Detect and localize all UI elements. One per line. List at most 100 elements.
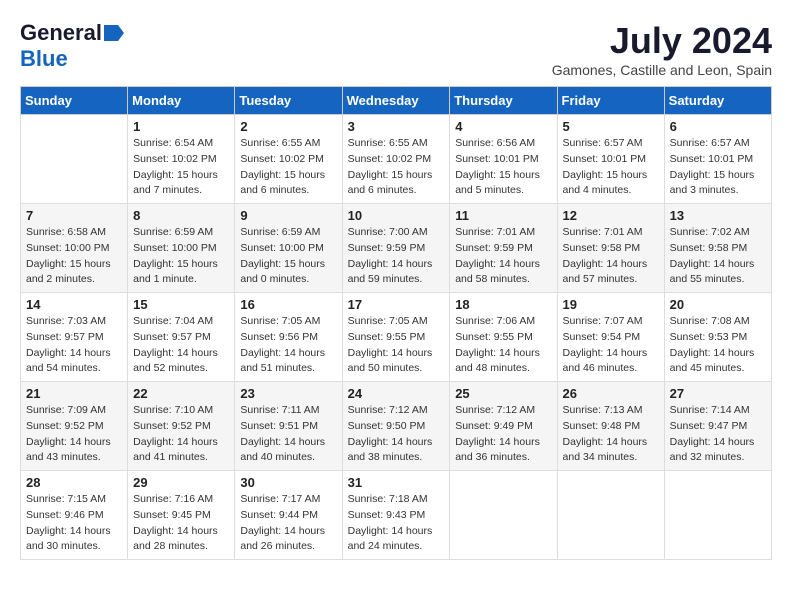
calendar-day-cell: 5Sunrise: 6:57 AMSunset: 10:01 PMDayligh…	[557, 115, 664, 204]
day-info: Sunrise: 7:01 AMSunset: 9:59 PMDaylight:…	[455, 225, 551, 288]
calendar-week-row: 28 Sunrise: 7:15 AMSunset: 9:46 PMDayligh…	[21, 471, 772, 560]
calendar-day-cell: 4Sunrise: 6:56 AMSunset: 10:01 PMDayligh…	[450, 115, 557, 204]
day-info: Sunrise: 7:09 AMSunset: 9:52 PMDaylight:…	[26, 403, 122, 466]
calendar-day-cell	[450, 471, 557, 560]
title-area: July 2024 Gamones, Castille and Leon, Sp…	[552, 20, 772, 78]
calendar-day-cell: 28 Sunrise: 7:15 AMSunset: 9:46 PMDayligh…	[21, 471, 128, 560]
calendar-day-cell: 30 Sunrise: 7:17 AMSunset: 9:44 PMDayligh…	[235, 471, 342, 560]
day-info: Sunrise: 6:56 AMSunset: 10:01 PMDaylight…	[455, 136, 551, 199]
day-number: 3	[348, 119, 445, 134]
day-info: Sunrise: 7:14 AMSunset: 9:47 PMDaylight:…	[670, 403, 766, 466]
day-number: 28	[26, 475, 122, 490]
day-number: 2	[240, 119, 336, 134]
day-info: Sunrise: 6:59 AMSunset: 10:00 PMDaylight…	[240, 225, 336, 288]
weekday-header-cell: Sunday	[21, 87, 128, 115]
day-info: Sunrise: 7:07 AMSunset: 9:54 PMDaylight:…	[563, 314, 659, 377]
location: Gamones, Castille and Leon, Spain	[552, 62, 772, 78]
calendar-week-row: 1Sunrise: 6:54 AMSunset: 10:02 PMDayligh…	[21, 115, 772, 204]
calendar-day-cell: 21 Sunrise: 7:09 AMSunset: 9:52 PMDayligh…	[21, 382, 128, 471]
day-number: 14	[26, 297, 122, 312]
day-number: 25	[455, 386, 551, 401]
calendar-day-cell: 12 Sunrise: 7:01 AMSunset: 9:58 PMDayligh…	[557, 204, 664, 293]
calendar-body: 1Sunrise: 6:54 AMSunset: 10:02 PMDayligh…	[21, 115, 772, 560]
day-info: Sunrise: 6:55 AMSunset: 10:02 PMDaylight…	[240, 136, 336, 199]
day-number: 13	[670, 208, 766, 223]
calendar-day-cell	[664, 471, 771, 560]
day-number: 12	[563, 208, 659, 223]
calendar-day-cell: 3 Sunrise: 6:55 AMSunset: 10:02 PMDayligh…	[342, 115, 450, 204]
day-number: 5	[563, 119, 659, 134]
calendar-day-cell: 24Sunrise: 7:12 AMSunset: 9:50 PMDayligh…	[342, 382, 450, 471]
month-title: July 2024	[552, 20, 772, 62]
day-number: 30	[240, 475, 336, 490]
day-info: Sunrise: 7:05 AMSunset: 9:56 PMDaylight:…	[240, 314, 336, 377]
calendar-day-cell: 10Sunrise: 7:00 AMSunset: 9:59 PMDayligh…	[342, 204, 450, 293]
day-number: 11	[455, 208, 551, 223]
day-info: Sunrise: 7:03 AMSunset: 9:57 PMDaylight:…	[26, 314, 122, 377]
calendar-day-cell: 2 Sunrise: 6:55 AMSunset: 10:02 PMDayligh…	[235, 115, 342, 204]
calendar-day-cell	[557, 471, 664, 560]
calendar-week-row: 7 Sunrise: 6:58 AMSunset: 10:00 PMDayligh…	[21, 204, 772, 293]
calendar-table: SundayMondayTuesdayWednesdayThursdayFrid…	[20, 86, 772, 560]
weekday-header-cell: Saturday	[664, 87, 771, 115]
day-info: Sunrise: 7:08 AMSunset: 9:53 PMDaylight:…	[670, 314, 766, 377]
weekday-header-cell: Tuesday	[235, 87, 342, 115]
day-number: 27	[670, 386, 766, 401]
calendar-day-cell: 19Sunrise: 7:07 AMSunset: 9:54 PMDayligh…	[557, 293, 664, 382]
day-number: 22	[133, 386, 229, 401]
logo-bird-icon	[104, 25, 124, 41]
calendar-day-cell: 13 Sunrise: 7:02 AMSunset: 9:58 PMDayligh…	[664, 204, 771, 293]
logo-general-text: General	[20, 20, 102, 46]
day-number: 23	[240, 386, 336, 401]
day-info: Sunrise: 7:18 AMSunset: 9:43 PMDaylight:…	[348, 492, 445, 555]
day-number: 24	[348, 386, 445, 401]
day-number: 21	[26, 386, 122, 401]
day-info: Sunrise: 6:54 AMSunset: 10:02 PMDaylight…	[133, 136, 229, 199]
day-info: Sunrise: 7:15 AMSunset: 9:46 PMDaylight:…	[26, 492, 122, 555]
calendar-day-cell: 17Sunrise: 7:05 AMSunset: 9:55 PMDayligh…	[342, 293, 450, 382]
calendar-day-cell	[21, 115, 128, 204]
weekday-header-cell: Wednesday	[342, 87, 450, 115]
logo-blue-text: Blue	[20, 46, 68, 71]
day-info: Sunrise: 7:02 AMSunset: 9:58 PMDaylight:…	[670, 225, 766, 288]
day-info: Sunrise: 7:06 AMSunset: 9:55 PMDaylight:…	[455, 314, 551, 377]
day-info: Sunrise: 6:57 AMSunset: 10:01 PMDaylight…	[670, 136, 766, 199]
day-number: 15	[133, 297, 229, 312]
calendar-day-cell: 8 Sunrise: 6:59 AMSunset: 10:00 PMDayligh…	[128, 204, 235, 293]
day-number: 20	[670, 297, 766, 312]
calendar-day-cell: 22Sunrise: 7:10 AMSunset: 9:52 PMDayligh…	[128, 382, 235, 471]
weekday-header-cell: Thursday	[450, 87, 557, 115]
calendar-day-cell: 16Sunrise: 7:05 AMSunset: 9:56 PMDayligh…	[235, 293, 342, 382]
day-info: Sunrise: 6:59 AMSunset: 10:00 PMDaylight…	[133, 225, 229, 288]
calendar-week-row: 14 Sunrise: 7:03 AMSunset: 9:57 PMDayligh…	[21, 293, 772, 382]
day-info: Sunrise: 6:55 AMSunset: 10:02 PMDaylight…	[348, 136, 445, 199]
day-info: Sunrise: 7:13 AMSunset: 9:48 PMDaylight:…	[563, 403, 659, 466]
day-number: 9	[240, 208, 336, 223]
logo: General Blue	[20, 20, 124, 72]
calendar-day-cell: 29Sunrise: 7:16 AMSunset: 9:45 PMDayligh…	[128, 471, 235, 560]
day-number: 10	[348, 208, 445, 223]
day-info: Sunrise: 6:58 AMSunset: 10:00 PMDaylight…	[26, 225, 122, 288]
calendar-day-cell: 23Sunrise: 7:11 AMSunset: 9:51 PMDayligh…	[235, 382, 342, 471]
day-number: 31	[348, 475, 445, 490]
calendar-day-cell: 7 Sunrise: 6:58 AMSunset: 10:00 PMDayligh…	[21, 204, 128, 293]
header: General Blue July 2024 Gamones, Castille…	[20, 20, 772, 78]
day-number: 7	[26, 208, 122, 223]
day-info: Sunrise: 7:01 AMSunset: 9:58 PMDaylight:…	[563, 225, 659, 288]
calendar-day-cell: 1Sunrise: 6:54 AMSunset: 10:02 PMDayligh…	[128, 115, 235, 204]
calendar-day-cell: 15 Sunrise: 7:04 AMSunset: 9:57 PMDayligh…	[128, 293, 235, 382]
calendar-day-cell: 26Sunrise: 7:13 AMSunset: 9:48 PMDayligh…	[557, 382, 664, 471]
day-number: 17	[348, 297, 445, 312]
calendar-day-cell: 9 Sunrise: 6:59 AMSunset: 10:00 PMDayligh…	[235, 204, 342, 293]
day-info: Sunrise: 7:04 AMSunset: 9:57 PMDaylight:…	[133, 314, 229, 377]
day-number: 6	[670, 119, 766, 134]
weekday-header-row: SundayMondayTuesdayWednesdayThursdayFrid…	[21, 87, 772, 115]
calendar-day-cell: 25 Sunrise: 7:12 AMSunset: 9:49 PMDayligh…	[450, 382, 557, 471]
day-info: Sunrise: 7:17 AMSunset: 9:44 PMDaylight:…	[240, 492, 336, 555]
calendar-day-cell: 11 Sunrise: 7:01 AMSunset: 9:59 PMDayligh…	[450, 204, 557, 293]
day-number: 8	[133, 208, 229, 223]
day-number: 29	[133, 475, 229, 490]
day-number: 18	[455, 297, 551, 312]
calendar-week-row: 21 Sunrise: 7:09 AMSunset: 9:52 PMDayligh…	[21, 382, 772, 471]
day-info: Sunrise: 7:12 AMSunset: 9:49 PMDaylight:…	[455, 403, 551, 466]
